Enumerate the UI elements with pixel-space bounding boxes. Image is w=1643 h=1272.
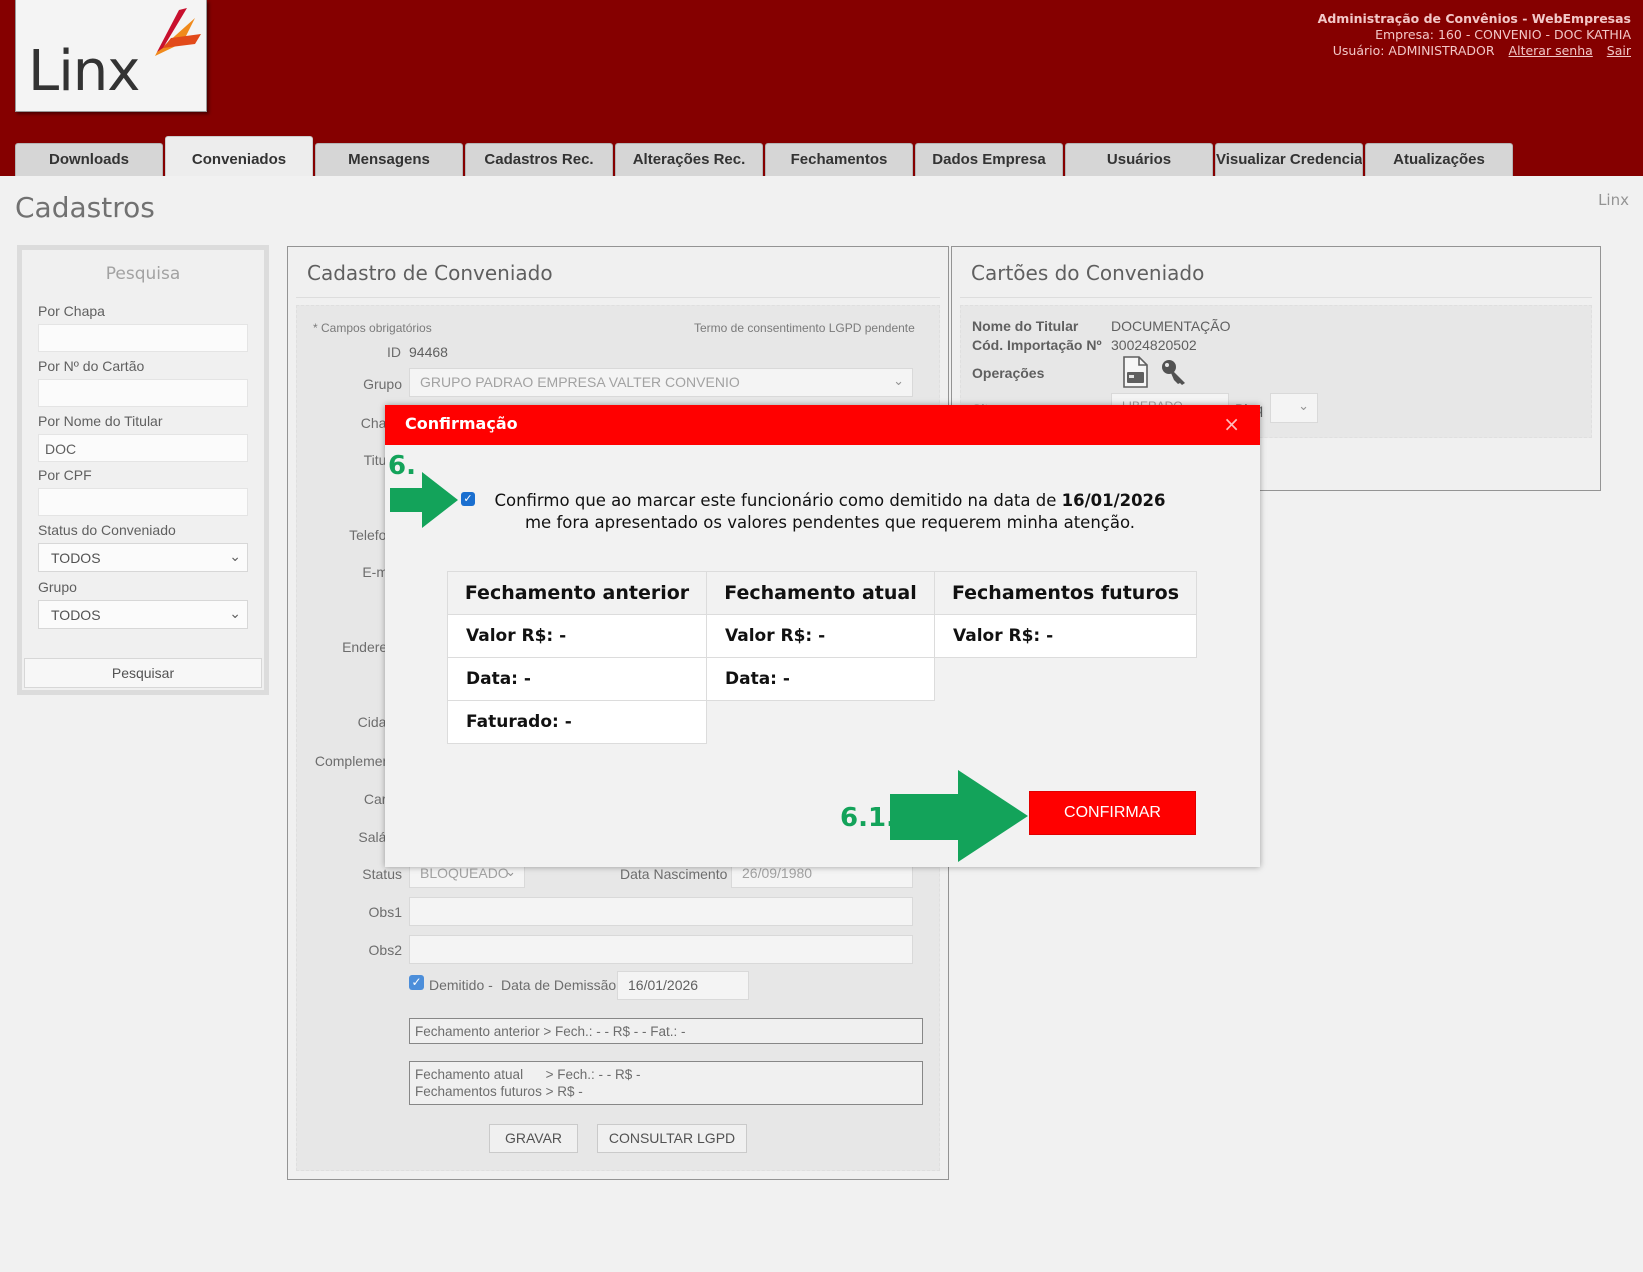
user-info: Administração de Convênios - WebEmpresas… (1318, 11, 1631, 59)
linx-logo: Linx (15, 0, 207, 112)
confirm-checkbox[interactable]: ✓ (461, 492, 475, 506)
empty-cell (706, 700, 935, 744)
atual-valor: Valor R$: - (706, 614, 935, 658)
change-password-link[interactable]: Alterar senha (1509, 43, 1593, 58)
tab-visualizar-credencial[interactable]: Visualizar Credencial (1215, 143, 1363, 176)
confirmar-button[interactable]: CONFIRMAR (1029, 791, 1196, 835)
close-icon[interactable]: × (1223, 412, 1240, 436)
table-header-row: Fechamento anterior Fechamento atual Fec… (447, 571, 1197, 615)
usuario-text: Usuário: ADMINISTRADOR (1332, 43, 1495, 58)
anterior-data: Data: - (447, 657, 707, 701)
tab-conveniados[interactable]: Conveniados (165, 136, 313, 176)
green-arrow-icon (890, 770, 1028, 862)
tab-downloads[interactable]: Downloads (15, 143, 163, 176)
atual-data: Data: - (706, 657, 935, 701)
modal-title: Confirmação (405, 414, 518, 433)
message-after: me fora apresentado os valores pendentes… (524, 513, 1136, 532)
logo-text: Linx (28, 39, 140, 104)
tab-mensagens[interactable]: Mensagens (315, 143, 463, 176)
empresa-text: Empresa: 160 - CONVENIO - DOC KATHIA (1375, 27, 1631, 42)
confirmation-modal: Confirmação × ✓ Confirmo que ao marcar e… (385, 405, 1260, 867)
message-date: 16/01/2026 (1061, 491, 1166, 510)
logo-mark-icon (155, 8, 201, 56)
tab-alteracoes-rec[interactable]: Alterações Rec. (615, 143, 763, 176)
header-fechamento-anterior: Fechamento anterior (447, 571, 707, 615)
confirm-message: Confirmo que ao marcar este funcionário … (480, 490, 1180, 534)
step-6-1-label: 6.1. (840, 803, 896, 833)
tab-dados-empresa[interactable]: Dados Empresa (915, 143, 1063, 176)
header-fechamento-atual: Fechamento atual (706, 571, 935, 615)
table-row: Valor R$: - Valor R$: - Valor R$: - (447, 614, 1197, 658)
header-fechamentos-futuros: Fechamentos futuros (934, 571, 1197, 615)
empty-cell (934, 657, 1197, 701)
green-arrow-icon (390, 472, 458, 528)
message-before: Confirmo que ao marcar este funcionário … (494, 491, 1062, 510)
empty-cell (934, 700, 1197, 744)
tab-usuarios[interactable]: Usuários (1065, 143, 1213, 176)
anterior-faturado: Faturado: - (447, 700, 707, 744)
tab-atualizacoes[interactable]: Atualizações (1365, 143, 1513, 176)
table-row: Faturado: - (447, 700, 1197, 744)
logout-link[interactable]: Sair (1607, 43, 1631, 58)
modal-header: Confirmação × (385, 405, 1260, 445)
app-title: Administração de Convênios - WebEmpresas (1317, 11, 1631, 26)
futuros-valor: Valor R$: - (934, 614, 1197, 658)
tab-fechamentos[interactable]: Fechamentos (765, 143, 913, 176)
fechamentos-table: Fechamento anterior Fechamento atual Fec… (447, 571, 1197, 744)
table-row: Data: - Data: - (447, 657, 1197, 701)
anterior-valor: Valor R$: - (447, 614, 707, 658)
tab-cadastros-rec[interactable]: Cadastros Rec. (465, 143, 613, 176)
